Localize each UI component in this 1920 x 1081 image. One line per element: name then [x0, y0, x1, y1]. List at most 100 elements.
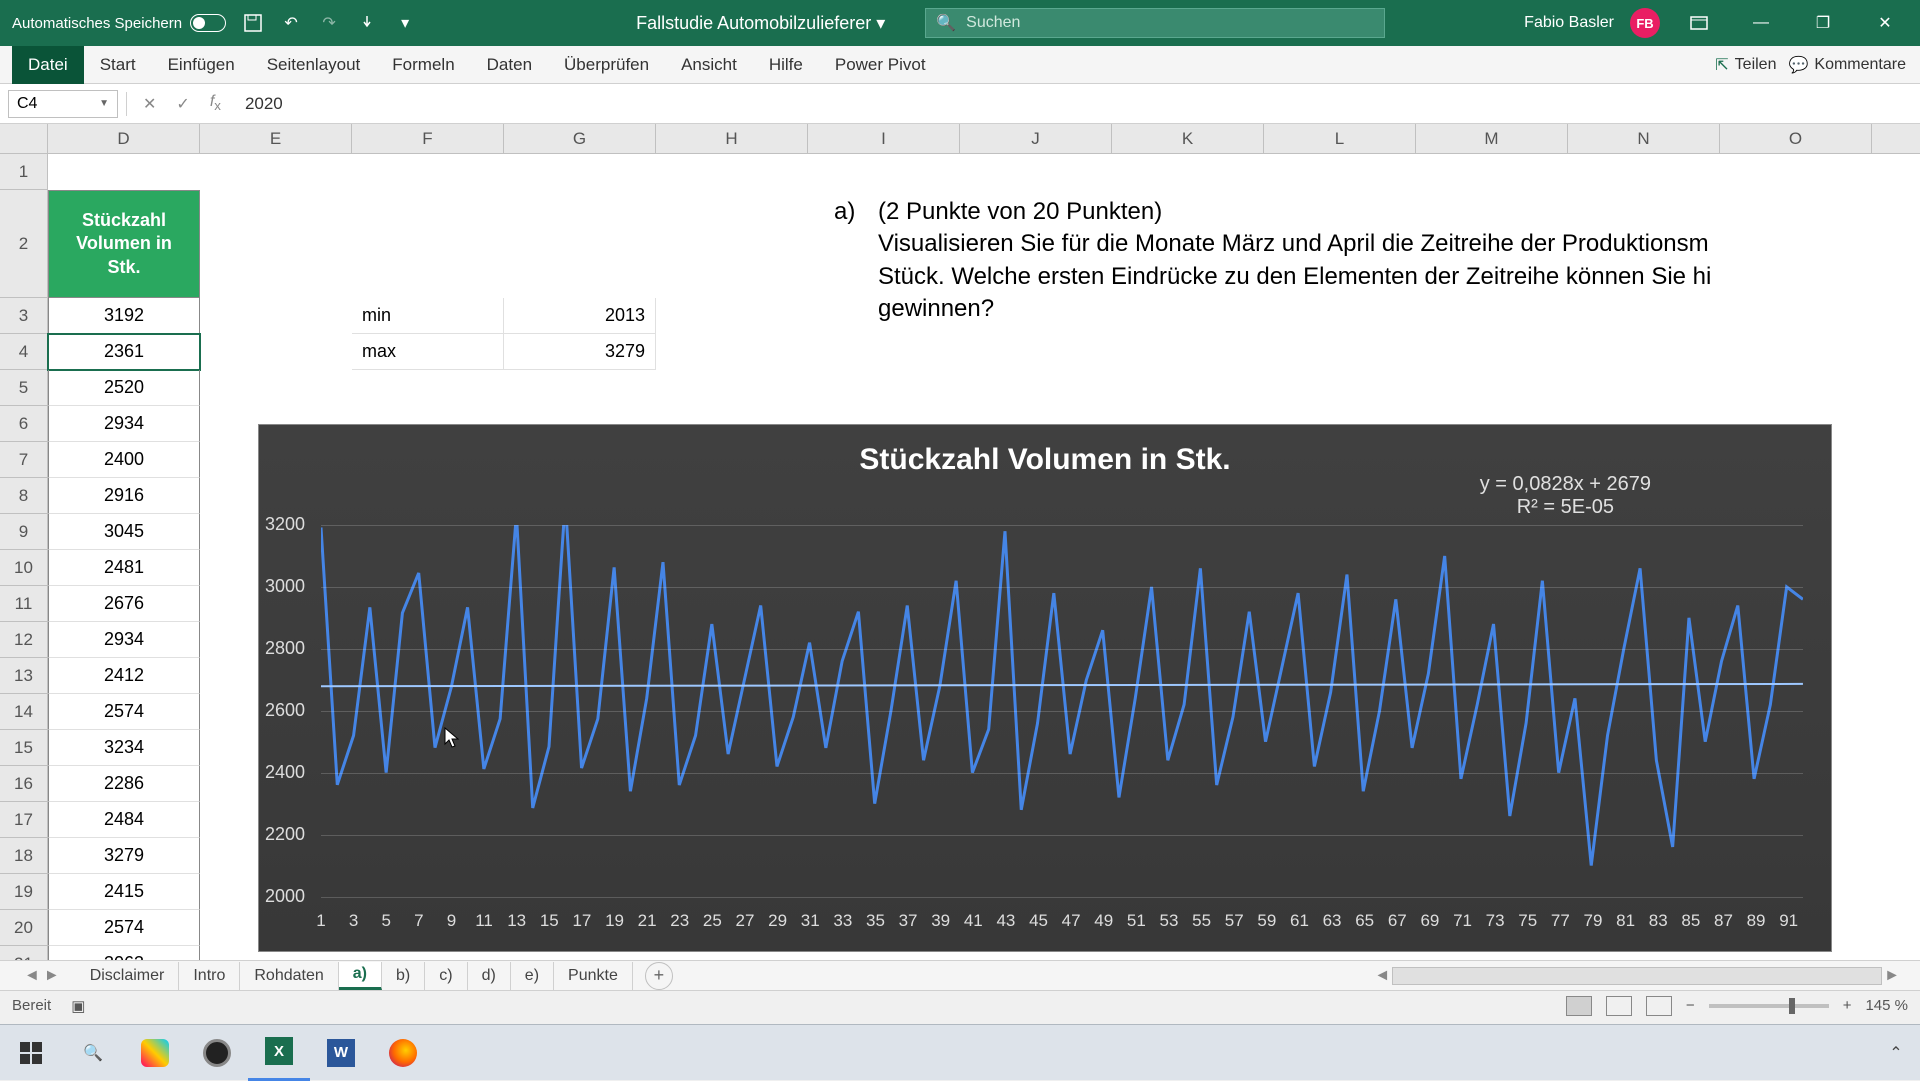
maximize-icon[interactable]: ❐	[1800, 0, 1846, 46]
tray-expand-icon[interactable]: ⌃	[1886, 1043, 1906, 1063]
min-value-cell[interactable]: 2013	[504, 298, 656, 334]
col-header-M[interactable]: M	[1416, 124, 1568, 153]
data-cell-d8[interactable]: 2916	[48, 478, 200, 514]
ribbon-tab-hilfe[interactable]: Hilfe	[753, 46, 819, 84]
min-label-cell[interactable]: min	[352, 298, 504, 334]
fx-icon[interactable]: fx	[210, 93, 221, 113]
cancel-formula-icon[interactable]: ✕	[143, 94, 156, 114]
start-button[interactable]	[0, 1025, 62, 1081]
row-header-17[interactable]: 17	[0, 802, 47, 838]
col-header-H[interactable]: H	[656, 124, 808, 153]
col-header-G[interactable]: G	[504, 124, 656, 153]
app-obs-icon[interactable]	[186, 1025, 248, 1081]
app-excel-icon[interactable]: X	[248, 1025, 310, 1081]
data-cell-d9[interactable]: 3045	[48, 514, 200, 550]
row-header-6[interactable]: 6	[0, 406, 47, 442]
max-label-cell[interactable]: max	[352, 334, 504, 370]
row-header-3[interactable]: 3	[0, 298, 47, 334]
data-cell-d6[interactable]: 2934	[48, 406, 200, 442]
search-taskbar-icon[interactable]: 🔍	[62, 1025, 124, 1081]
comments-button[interactable]: 💬Kommentare	[1788, 55, 1906, 75]
view-normal-icon[interactable]	[1566, 996, 1592, 1016]
col-header-O[interactable]: O	[1720, 124, 1872, 153]
row-header-20[interactable]: 20	[0, 910, 47, 946]
sheet-tab-d[interactable]: d)	[468, 962, 511, 990]
row-header-4[interactable]: 4	[0, 334, 47, 370]
max-value-cell[interactable]: 3279	[504, 334, 656, 370]
header-cell-stueckzahl[interactable]: StückzahlVolumen inStk.	[48, 190, 200, 298]
row-header-19[interactable]: 19	[0, 874, 47, 910]
sheet-tab-a[interactable]: a)	[339, 962, 382, 990]
zoom-out-icon[interactable]: −	[1686, 997, 1695, 1014]
redo-icon[interactable]: ↷	[318, 12, 340, 34]
add-sheet-button[interactable]: +	[645, 962, 673, 990]
col-header-D[interactable]: D	[48, 124, 200, 153]
spreadsheet-grid[interactable]: DEFGHIJKLMNO 123456789101112131415161718…	[0, 124, 1920, 1000]
row-header-9[interactable]: 9	[0, 514, 47, 550]
row-header-15[interactable]: 15	[0, 730, 47, 766]
data-cell-d13[interactable]: 2412	[48, 658, 200, 694]
data-cell-d17[interactable]: 2484	[48, 802, 200, 838]
sheet-prev-icon[interactable]: ◄	[24, 967, 40, 985]
row-header-11[interactable]: 11	[0, 586, 47, 622]
row-header-18[interactable]: 18	[0, 838, 47, 874]
data-cell-d14[interactable]: 2574	[48, 694, 200, 730]
sheet-tab-c[interactable]: c)	[425, 962, 467, 990]
ribbon-tab-datei[interactable]: Datei	[12, 46, 84, 84]
ribbon-tab-ansicht[interactable]: Ansicht	[665, 46, 753, 84]
toggle-switch[interactable]	[190, 14, 226, 32]
ribbon-tab-start[interactable]: Start	[84, 46, 152, 84]
formula-value[interactable]: 2020	[245, 94, 283, 114]
ribbon-tab-einfügen[interactable]: Einfügen	[152, 46, 251, 84]
search-input[interactable]: 🔍 Suchen	[925, 8, 1385, 38]
ribbon-tab-seitenlayout[interactable]: Seitenlayout	[251, 46, 377, 84]
row-header-2[interactable]: 2	[0, 190, 47, 298]
row-header-16[interactable]: 16	[0, 766, 47, 802]
zoom-slider[interactable]	[1709, 1004, 1829, 1008]
undo-icon[interactable]: ↶	[280, 12, 302, 34]
row-header-7[interactable]: 7	[0, 442, 47, 478]
sheet-tab-punkte[interactable]: Punkte	[554, 962, 633, 990]
data-cell-d12[interactable]: 2934	[48, 622, 200, 658]
data-cell-d18[interactable]: 3279	[48, 838, 200, 874]
document-title[interactable]: Fallstudie Automobilzulieferer ▾	[636, 13, 885, 34]
hscroll-right-icon[interactable]: ►	[1884, 967, 1900, 985]
qat-more-icon[interactable]: ▾	[394, 12, 416, 34]
app-word-icon[interactable]: W	[310, 1025, 372, 1081]
col-header-E[interactable]: E	[200, 124, 352, 153]
sheet-next-icon[interactable]: ►	[44, 967, 60, 985]
user-name[interactable]: Fabio Basler	[1524, 14, 1614, 32]
autosave-toggle[interactable]: Automatisches Speichern	[12, 14, 226, 32]
horizontal-scrollbar[interactable]	[1392, 967, 1882, 985]
save-icon[interactable]	[242, 12, 264, 34]
hscroll-left-icon[interactable]: ◄	[1374, 967, 1390, 985]
ribbon-tab-überprüfen[interactable]: Überprüfen	[548, 46, 665, 84]
col-header-K[interactable]: K	[1112, 124, 1264, 153]
row-header-1[interactable]: 1	[0, 154, 47, 190]
col-header-N[interactable]: N	[1568, 124, 1720, 153]
row-header-5[interactable]: 5	[0, 370, 47, 406]
data-cell-d10[interactable]: 2481	[48, 550, 200, 586]
data-cell-d11[interactable]: 2676	[48, 586, 200, 622]
row-header-10[interactable]: 10	[0, 550, 47, 586]
col-header-L[interactable]: L	[1264, 124, 1416, 153]
data-cell-d4[interactable]: 2361	[48, 334, 200, 370]
ribbon-tab-formeln[interactable]: Formeln	[376, 46, 470, 84]
data-cell-d7[interactable]: 2400	[48, 442, 200, 478]
col-header-J[interactable]: J	[960, 124, 1112, 153]
zoom-level[interactable]: 145 %	[1865, 997, 1908, 1014]
row-header-13[interactable]: 13	[0, 658, 47, 694]
app-paint-icon[interactable]	[124, 1025, 186, 1081]
col-header-F[interactable]: F	[352, 124, 504, 153]
sheet-tab-b[interactable]: b)	[382, 962, 425, 990]
zoom-in-icon[interactable]: +	[1843, 997, 1852, 1014]
sheet-tab-e[interactable]: e)	[511, 962, 554, 990]
data-cell-d19[interactable]: 2415	[48, 874, 200, 910]
app-firefox-icon[interactable]	[372, 1025, 434, 1081]
data-cell-d20[interactable]: 2574	[48, 910, 200, 946]
share-button[interactable]: ⇱Teilen	[1715, 55, 1776, 75]
data-cell-d16[interactable]: 2286	[48, 766, 200, 802]
avatar[interactable]: FB	[1630, 8, 1660, 38]
sheet-tab-rohdaten[interactable]: Rohdaten	[240, 962, 338, 990]
minimize-icon[interactable]: —	[1738, 0, 1784, 46]
